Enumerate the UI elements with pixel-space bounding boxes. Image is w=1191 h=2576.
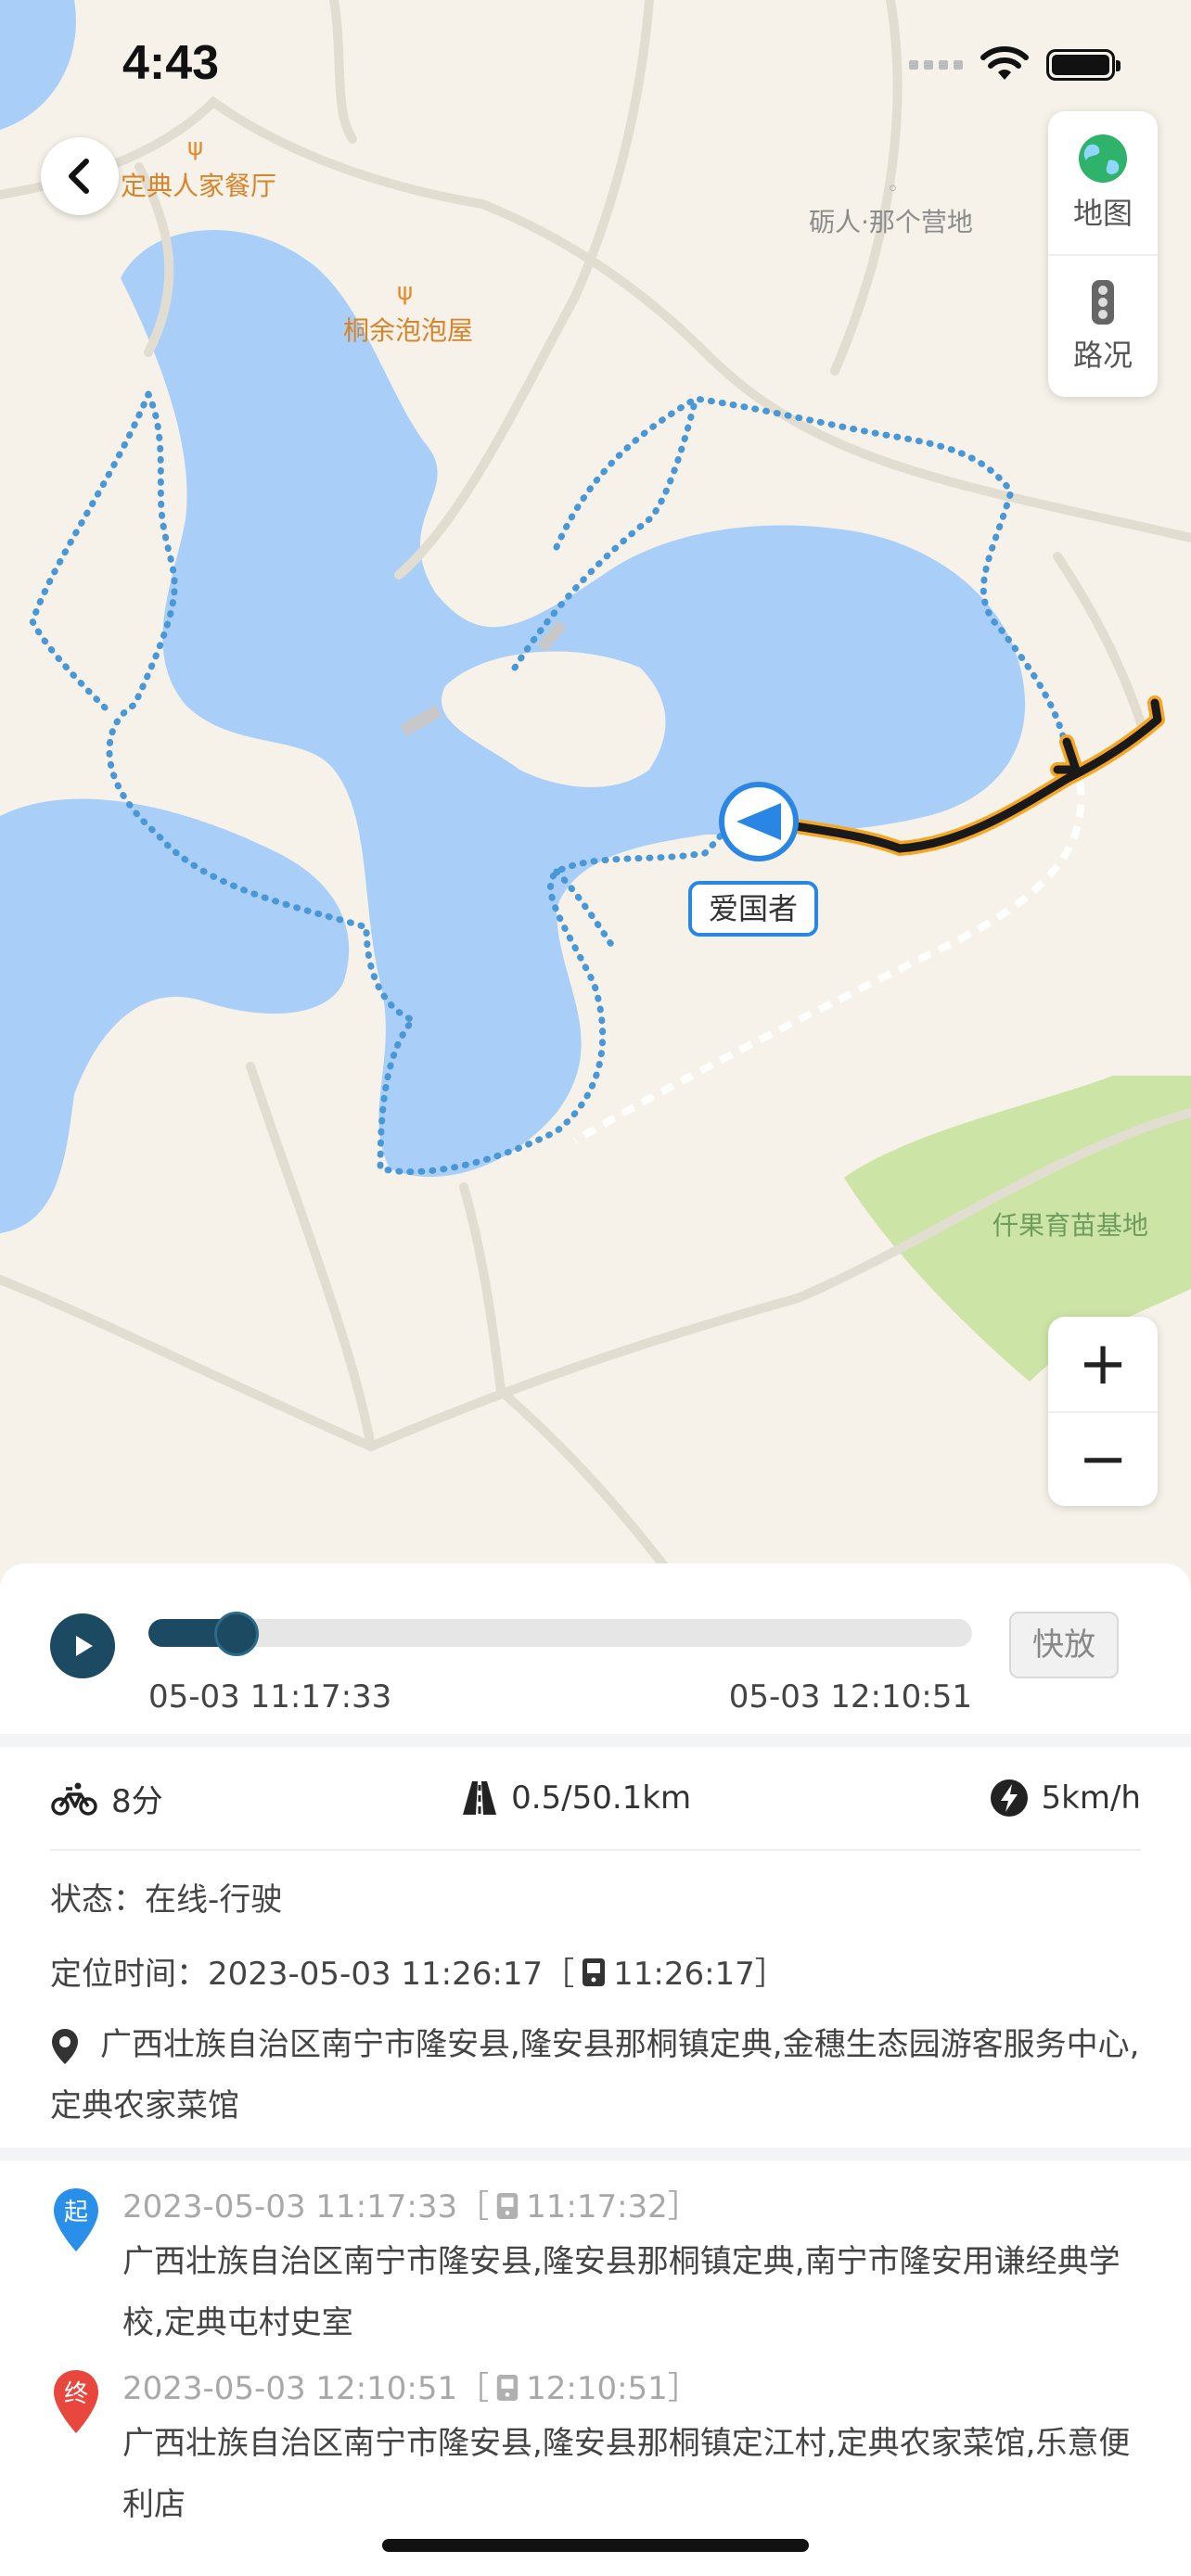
playback-slider[interactable] [148,1612,972,1656]
located-time-label: 定位时间：2023-05-03 11:26:17［ [50,1956,575,1993]
location-pin-icon [52,2028,78,2064]
distance-value: 0.5/50.1km [511,1779,692,1817]
traffic-button[interactable]: 路况 [1048,254,1158,397]
restaurant-icon: ψ [397,278,414,306]
poi-camp[interactable]: ◦ 砺人·那个营地 [809,178,973,239]
playback-slider-thumb[interactable] [214,1612,260,1656]
vehicle-info-card: 8分 0.5/50.1km 5km/h 状态：在线-行驶 定位时间：2023-0… [0,1747,1191,2148]
route-end-time: 2023-05-03 12:10:51［ 12:10:51］ [122,2365,1141,2413]
home-indicator[interactable] [382,2539,809,2552]
chevron-left-icon [69,159,89,194]
playback-end-time: 05-03 12:10:51 [728,1678,972,1715]
speed-value: 5km/h [1041,1779,1141,1817]
route-end: 终 2023-05-03 12:10:51［ 12:10:51］ 广西壮族自治区南… [50,2365,1141,2535]
start-marker-icon: 起 [50,2183,102,2353]
vehicle-label[interactable]: 爱国者 [688,881,819,937]
distance-stat: 0.5/50.1km [461,1779,691,1817]
status-time: 4:43 [122,36,220,90]
located-time-device: 11:26:17］ [613,1956,787,1993]
device-icon [496,2375,519,2401]
battery-icon [1046,49,1121,81]
route-start-time-text: 2023-05-03 11:17:33［ [122,2188,490,2225]
route-start-time-device: 11:17:32］ [526,2188,699,2225]
globe-icon [1079,134,1127,183]
cellular-signal-icon [909,60,963,70]
route-start-body: 2023-05-03 11:17:33［ 11:17:32］ 广西壮族自治区南宁市… [122,2183,1141,2353]
bottom-panel: 05-03 11:17:33 05-03 12:10:51 快放 8分 0.5/… [0,1563,1191,2576]
bicycle-icon [51,1782,97,1816]
located-time: 定位时间：2023-05-03 11:26:17［ 11:26:17］ [50,1949,1141,1999]
stats-row: 8分 0.5/50.1km 5km/h [50,1747,1141,1851]
start-marker-text: 起 [64,2199,88,2226]
play-icon [76,1636,93,1656]
duration-value: 8分 [111,1782,163,1820]
speed-bolt-icon [990,1779,1028,1817]
zoom-out-button[interactable]: − [1048,1411,1158,1506]
route-start-time: 2023-05-03 11:17:33［ 11:17:32］ [122,2183,1141,2231]
status-text: 状态：在线-行驶 [50,1881,283,1919]
route-endpoints: 起 2023-05-03 11:17:33［ 11:17:32］ 广西壮族自治区南… [0,2161,1191,2576]
traffic-label: 路况 [1072,338,1133,373]
zoom-in-button[interactable]: + [1048,1317,1158,1411]
device-icon [496,2193,519,2219]
map-canvas [0,0,1191,1595]
speed-stat: 5km/h [990,1779,1141,1817]
map-layer-button[interactable]: 地图 [1048,111,1158,254]
route-start: 起 2023-05-03 11:17:33［ 11:17:32］ 广西壮族自治区南… [50,2183,1141,2353]
route-end-body: 2023-05-03 12:10:51［ 12:10:51］ 广西壮族自治区南宁市… [122,2365,1141,2535]
playback-start-time: 05-03 11:17:33 [148,1678,392,1715]
poi-guesthouse[interactable]: ψ 桐余泡泡屋 [343,278,473,347]
back-button[interactable] [41,137,119,215]
current-address: 广西壮族自治区南宁市隆安县,隆安县那桐镇定典,金穗生态园游客服务中心,定典农家菜… [50,2014,1141,2136]
route-end-time-text: 2023-05-03 12:10:51［ [122,2370,490,2407]
zoom-controls: + − [1048,1317,1158,1506]
location-dot-icon: ◦ [887,178,899,201]
fast-play-button[interactable]: 快放 [1009,1612,1119,1678]
road-icon [463,1781,497,1815]
map-view[interactable]: ψ 定典人家餐厅 ψ 桐余泡泡屋 ◦ 砺人·那个营地 仟果育苗基地 爱国者 4:… [0,0,1191,1595]
wifi-icon [980,46,1029,80]
route-start-address: 广西壮族自治区南宁市隆安县,隆安县那桐镇定典,南宁市隆安用谦经典学校,定典屯村史… [122,2243,1121,2341]
duration-stat: 8分 [50,1776,163,1821]
current-address-text: 广西壮族自治区南宁市隆安县,隆安县那桐镇定典,金穗生态园游客服务中心,定典农家菜… [50,2026,1140,2124]
poi-nursery[interactable]: 仟果育苗基地 [992,1205,1148,1243]
play-button[interactable] [50,1613,115,1678]
map-layer-label: 地图 [1072,196,1133,231]
poi-restaurant[interactable]: ψ 定典人家餐厅 [121,134,276,202]
end-marker-icon: 终 [50,2365,102,2535]
status-icons [909,46,1121,83]
map-controls: 地图 路况 [1048,111,1158,397]
playback-bar: 05-03 11:17:33 05-03 12:10:51 快放 [0,1563,1191,1734]
end-marker-text: 终 [64,2380,88,2408]
traffic-light-icon [1092,280,1114,325]
route-end-time-device: 12:10:51］ [526,2370,699,2407]
restaurant-icon: ψ [187,134,204,161]
route-end-address: 广西壮族自治区南宁市隆安县,隆安县那桐镇定江村,定典农家菜馆,乐意便利店 [122,2425,1131,2523]
device-icon [583,1958,606,1986]
